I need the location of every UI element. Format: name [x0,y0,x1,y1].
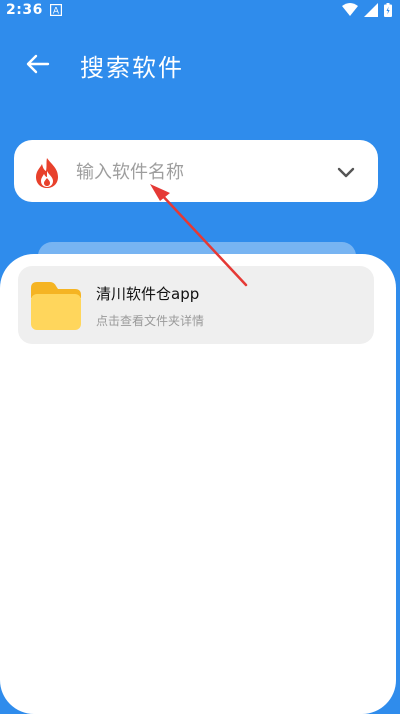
signal-icon [364,3,378,17]
page-title: 搜索软件 [80,54,184,82]
arrow-left-icon [26,54,50,74]
search-input[interactable] [76,156,326,188]
fire-icon [36,158,58,188]
battery-icon [384,3,392,17]
status-icons [342,3,392,17]
notification-icon: A [50,4,62,16]
item-subtitle: 点击查看文件夹详情 [96,314,205,328]
svg-text:A: A [53,7,60,17]
chevron-down-icon[interactable] [332,158,360,186]
app-bar: 搜索软件 [0,30,400,96]
back-button[interactable] [20,48,56,80]
item-title: 清川软件仓app [96,285,200,303]
status-time: 2:36 [6,2,43,18]
status-bar: 2:36 A [0,0,400,22]
list-item[interactable]: 清川软件仓app 点击查看文件夹详情 [18,266,374,344]
search-box[interactable] [14,140,378,202]
wifi-icon [342,3,358,16]
folder-icon [31,282,81,330]
